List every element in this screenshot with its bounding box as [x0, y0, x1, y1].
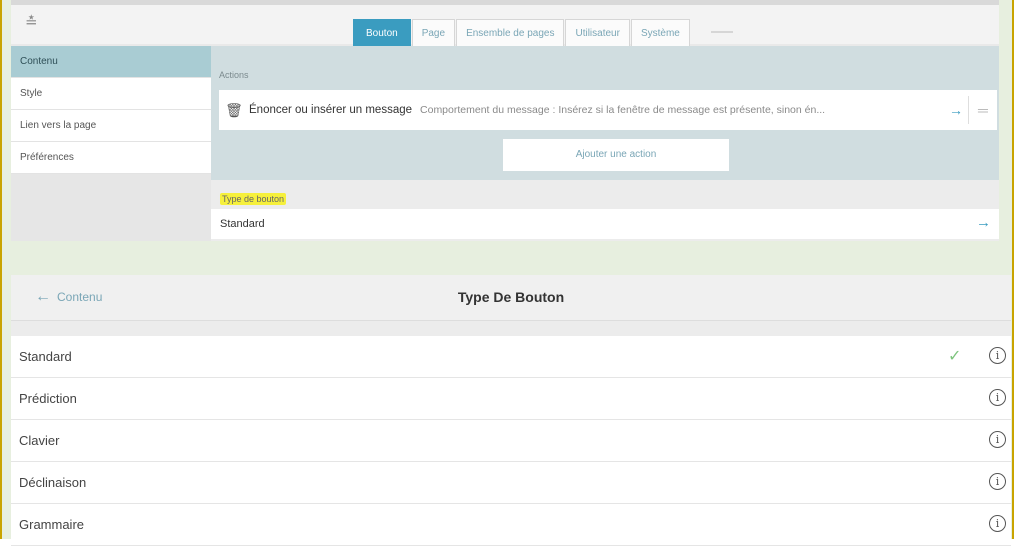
info-icon[interactable]: i [989, 347, 1006, 364]
page-title: Type De Bouton [457, 289, 565, 305]
sidebar-item-preferences[interactable]: Préférences [11, 142, 211, 174]
action-item[interactable]: 🗑 Énoncer ou insérer un message Comporte… [219, 90, 997, 130]
option-label: Standard [19, 349, 72, 364]
option-label: Prédiction [19, 391, 77, 406]
top-toolbar: ≛ Bouton Page Ensemble de pages Utilisat… [11, 0, 999, 47]
option-label: Déclinaison [19, 475, 87, 490]
tab-overflow-handle[interactable] [711, 31, 733, 33]
option-prediction[interactable]: Prédiction i [11, 378, 1011, 420]
editor-tabs: Bouton Page Ensemble de pages Utilisateu… [353, 19, 691, 47]
trash-icon[interactable]: 🗑 [219, 102, 249, 119]
screenshot-frame: ≛ Bouton Page Ensemble de pages Utilisat… [0, 0, 1014, 546]
button-type-section: Type de bouton Standard → [211, 180, 999, 241]
info-icon[interactable]: i [989, 515, 1006, 532]
button-type-selector[interactable]: Standard → [211, 209, 999, 239]
arrow-right-icon[interactable]: → [944, 102, 968, 118]
button-type-value: Standard [220, 218, 265, 230]
button-editor-panel: ≛ Bouton Page Ensemble de pages Utilisat… [11, 0, 999, 241]
tab-bouton[interactable]: Bouton [353, 19, 411, 47]
settings-header: ← Contenu Type De Bouton [11, 275, 1011, 321]
option-clavier[interactable]: Clavier i [11, 420, 1011, 462]
option-declinaison[interactable]: Déclinaison i [11, 462, 1011, 504]
info-icon[interactable]: i [989, 473, 1006, 490]
actions-section: Actions 🗑 Énoncer ou insérer un message … [211, 46, 999, 180]
action-description: Comportement du message : Insérez si la … [420, 104, 826, 116]
sidebar-item-style[interactable]: Style [11, 78, 211, 110]
button-type-options: Standard ✓ i Prédiction i Clavier i Décl… [11, 336, 1011, 546]
action-title: Énoncer ou insérer un message [249, 104, 413, 116]
info-icon[interactable]: i [989, 431, 1006, 448]
arrow-right-icon: → [976, 214, 991, 231]
tab-page[interactable]: Page [411, 19, 456, 47]
chevron-double-down-icon[interactable]: ≛ [25, 15, 38, 30]
option-standard[interactable]: Standard ✓ i [11, 336, 1011, 378]
info-icon[interactable]: i [989, 389, 1006, 406]
header-spacer [11, 321, 1011, 336]
check-icon: ✓ [948, 348, 962, 365]
content-area: Actions 🗑 Énoncer ou insérer un message … [211, 46, 999, 241]
sidebar-item-lien-vers-la-page[interactable]: Lien vers la page [11, 110, 211, 142]
menu-icon[interactable]: ═ [969, 102, 997, 118]
sidebar: Contenu Style Lien vers la page Préféren… [11, 46, 211, 241]
add-action-button[interactable]: Ajouter une action [503, 139, 729, 171]
actions-heading: Actions [219, 70, 249, 80]
option-label: Grammaire [19, 517, 85, 532]
tab-ensemble-de-pages[interactable]: Ensemble de pages [456, 19, 565, 47]
sidebar-item-contenu[interactable]: Contenu [11, 46, 211, 78]
button-type-heading: Type de bouton [220, 193, 287, 205]
option-grammaire[interactable]: Grammaire i [11, 504, 1011, 546]
tab-utilisateur[interactable]: Utilisateur [565, 19, 630, 47]
option-label: Clavier [19, 433, 60, 448]
tab-systeme[interactable]: Système [630, 19, 690, 47]
